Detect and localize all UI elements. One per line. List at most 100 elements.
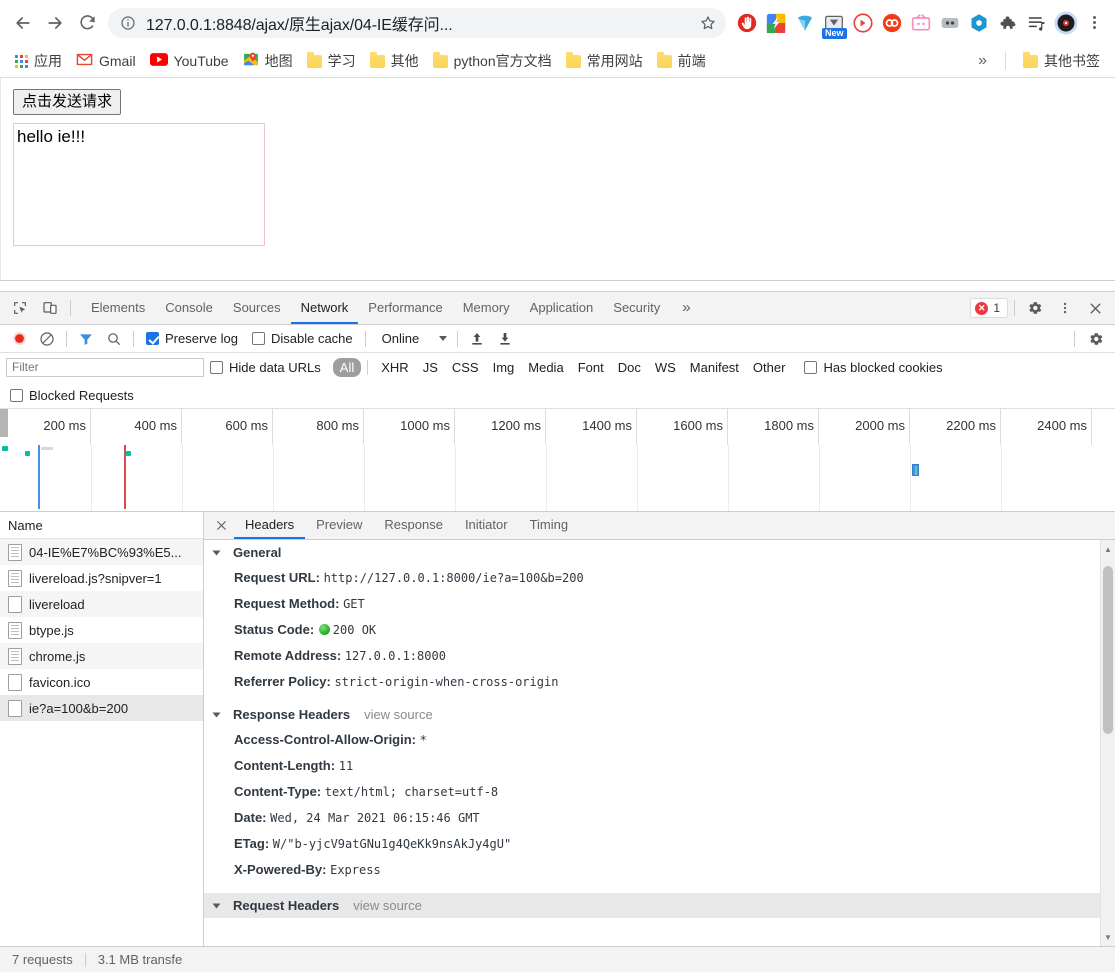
close-details-icon[interactable] xyxy=(208,512,234,539)
tab-application[interactable]: Application xyxy=(520,292,604,324)
tab-overflow-icon[interactable]: » xyxy=(670,292,702,324)
filter-type-all[interactable]: All xyxy=(332,358,362,377)
section-request-headers-header[interactable]: Request Headers view source xyxy=(204,893,1115,918)
response-output-box[interactable]: hello ie!!! xyxy=(13,123,265,246)
has-blocked-cookies-checkbox[interactable]: Has blocked cookies xyxy=(798,360,948,375)
tab-console[interactable]: Console xyxy=(155,292,223,324)
table-row[interactable]: chrome.js xyxy=(0,643,203,669)
table-row[interactable]: livereload.js?snipver=1 xyxy=(0,565,203,591)
details-tab-timing[interactable]: Timing xyxy=(519,512,580,539)
error-count-badge[interactable]: ✕ 1 xyxy=(970,298,1008,318)
device-toolbar-icon[interactable] xyxy=(36,295,64,321)
adblock-extension-icon[interactable] xyxy=(734,10,760,36)
request-details-panel: Headers Preview Response Initiator Timin… xyxy=(204,512,1115,946)
back-arrow-icon[interactable] xyxy=(8,8,38,38)
puzzle-extensions-icon[interactable] xyxy=(995,10,1021,36)
bookmark-apps[interactable]: 应用 xyxy=(8,48,69,74)
details-tab-initiator[interactable]: Initiator xyxy=(454,512,519,539)
table-row[interactable]: ie?a=100&b=200 xyxy=(0,695,203,721)
table-row[interactable]: livereload xyxy=(0,591,203,617)
blocked-requests-checkbox[interactable]: Blocked Requests xyxy=(10,388,140,403)
playlist-extension-icon[interactable] xyxy=(1024,10,1050,36)
filter-type-css[interactable]: CSS xyxy=(445,358,486,377)
record-button-icon[interactable] xyxy=(6,327,32,351)
bookmark-item-gmail[interactable]: Gmail xyxy=(69,50,143,72)
network-settings-gear-icon[interactable] xyxy=(1083,327,1109,351)
export-har-icon[interactable] xyxy=(492,327,518,351)
inspect-element-icon[interactable] xyxy=(6,295,34,321)
network-overview-timeline[interactable]: 200 ms 400 ms 600 ms 800 ms 1000 ms 1200… xyxy=(0,409,1115,512)
chrome-menu-icon[interactable] xyxy=(1081,10,1107,36)
filter-type-img[interactable]: Img xyxy=(486,358,522,377)
import-har-icon[interactable] xyxy=(464,327,490,351)
section-general-header[interactable]: General xyxy=(204,540,1115,565)
yandex-extension-icon[interactable] xyxy=(792,10,818,36)
tab-memory[interactable]: Memory xyxy=(453,292,520,324)
infinity-newtab-extension-icon[interactable] xyxy=(879,10,905,36)
bookmark-folder-other-bookmarks[interactable]: 其他书签 xyxy=(1016,48,1107,74)
filter-type-xhr[interactable]: XHR xyxy=(374,358,415,377)
tab-network[interactable]: Network xyxy=(290,292,359,324)
filter-type-manifest[interactable]: Manifest xyxy=(683,358,746,377)
close-icon[interactable] xyxy=(1081,295,1109,321)
send-request-button[interactable]: 点击发送请求 xyxy=(13,89,122,115)
filter-type-js[interactable]: JS xyxy=(416,358,445,377)
view-source-link[interactable]: view source xyxy=(353,898,422,913)
bookmarks-overflow-icon[interactable]: » xyxy=(970,52,995,70)
tampermonkey-extension-icon[interactable] xyxy=(937,10,963,36)
octotree-extension-icon[interactable] xyxy=(966,10,992,36)
details-tab-response[interactable]: Response xyxy=(373,512,454,539)
filter-type-other[interactable]: Other xyxy=(746,358,793,377)
filter-type-media[interactable]: Media xyxy=(521,358,570,377)
throttle-dropdown[interactable]: Online xyxy=(372,331,452,346)
bookmark-folder-study[interactable]: 学习 xyxy=(300,48,363,74)
forward-arrow-icon[interactable] xyxy=(40,8,70,38)
preserve-log-checkbox[interactable]: Preserve log xyxy=(140,331,244,346)
request-list-header[interactable]: Name xyxy=(0,512,203,539)
table-row[interactable]: favicon.ico xyxy=(0,669,203,695)
bookmark-folder-python-docs[interactable]: python官方文档 xyxy=(426,48,559,74)
details-tab-preview[interactable]: Preview xyxy=(305,512,373,539)
search-icon[interactable] xyxy=(101,327,127,351)
bookmark-folder-frontend[interactable]: 前端 xyxy=(650,48,713,74)
bookmark-star-icon[interactable] xyxy=(696,11,720,35)
bookmark-label: 其他 xyxy=(390,53,419,69)
table-row[interactable]: btype.js xyxy=(0,617,203,643)
disable-cache-checkbox[interactable]: Disable cache xyxy=(246,331,359,346)
media-player-extension-icon[interactable] xyxy=(850,10,876,36)
bookmark-item-youtube[interactable]: YouTube xyxy=(143,50,236,72)
scroll-up-arrow-icon[interactable]: ▲ xyxy=(1101,542,1115,556)
tab-elements[interactable]: Elements xyxy=(81,292,155,324)
view-source-link[interactable]: view source xyxy=(364,707,433,722)
section-response-headers-header[interactable]: Response Headers view source xyxy=(204,702,1115,727)
tv-extension-icon[interactable] xyxy=(908,10,934,36)
filter-type-doc[interactable]: Doc xyxy=(611,358,648,377)
omnibox-url-text[interactable]: 127.0.0.1:8848/ajax/原生ajax/04-IE缓存问... xyxy=(138,11,696,35)
table-row[interactable]: 04-IE%E7%BC%93%E5... xyxy=(0,539,203,565)
clear-icon[interactable] xyxy=(34,327,60,351)
reload-icon[interactable] xyxy=(72,8,102,38)
bookmark-folder-other[interactable]: 其他 xyxy=(363,48,426,74)
scrollbar-thumb[interactable] xyxy=(1103,566,1113,734)
tab-security[interactable]: Security xyxy=(603,292,670,324)
tab-sources[interactable]: Sources xyxy=(223,292,291,324)
details-scrollbar[interactable]: ▲ ▼ xyxy=(1100,540,1115,946)
overview-selected-request-marker[interactable] xyxy=(912,464,919,476)
omnibox[interactable]: 127.0.0.1:8848/ajax/原生ajax/04-IE缓存问... xyxy=(108,7,726,38)
filter-icon[interactable] xyxy=(73,327,99,351)
tab-performance[interactable]: Performance xyxy=(358,292,452,324)
screenshot-extension-icon[interactable] xyxy=(763,10,789,36)
bookmark-item-maps[interactable]: 地图 xyxy=(236,48,300,74)
music-extension-icon[interactable] xyxy=(1053,10,1079,36)
bookmark-folder-common-sites[interactable]: 常用网站 xyxy=(559,48,650,74)
more-options-icon[interactable] xyxy=(1051,295,1079,321)
scroll-down-arrow-icon[interactable]: ▼ xyxy=(1101,930,1115,944)
site-info-icon[interactable] xyxy=(118,13,138,33)
filter-type-ws[interactable]: WS xyxy=(648,358,683,377)
gear-icon[interactable] xyxy=(1021,295,1049,321)
video-downloader-extension-icon[interactable]: New xyxy=(821,10,847,39)
filter-input[interactable] xyxy=(6,358,204,377)
hide-data-urls-checkbox[interactable]: Hide data URLs xyxy=(204,360,327,375)
details-tab-headers[interactable]: Headers xyxy=(234,512,306,539)
filter-type-font[interactable]: Font xyxy=(571,358,611,377)
